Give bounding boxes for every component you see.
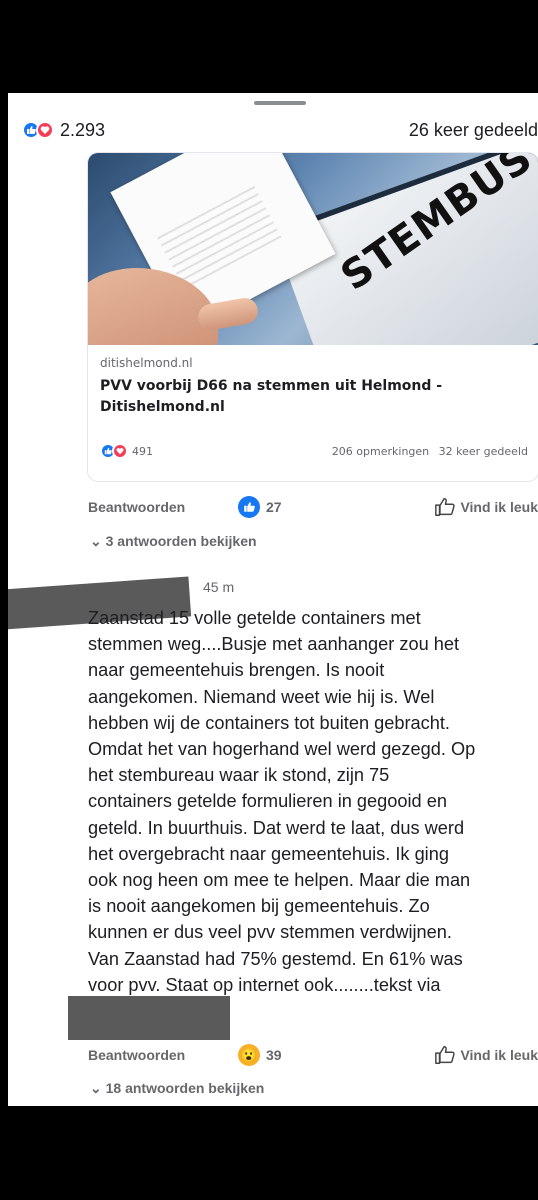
view-replies-link[interactable]: ⌄ 18 antwoorden bekijken	[90, 1080, 264, 1097]
like-button[interactable]: Vind ik leuk	[434, 496, 538, 518]
reply-button[interactable]: Beantwoorden	[88, 1047, 238, 1063]
link-comment-count[interactable]: 206 opmerkingen	[332, 445, 429, 458]
comment-actions: Beantwoorden 😮 39 Vind ik leuk	[88, 1043, 538, 1067]
link-title[interactable]: PVV voorbij D66 na stemmen uit Helmond -…	[100, 376, 526, 418]
redacted-text	[68, 996, 230, 1040]
chevron-down-icon: ⌄	[90, 1080, 102, 1096]
post-stats-bar: 2.293 26 keer gedeeld	[22, 118, 538, 142]
love-reaction-icon	[112, 443, 128, 459]
like-button[interactable]: Vind ik leuk	[434, 1044, 538, 1066]
post-sheet: 2.293 26 keer gedeeld STEMBUS ditishelmo…	[8, 93, 538, 1106]
like-label: Vind ik leuk	[460, 1047, 538, 1063]
link-share-count[interactable]: 32 keer gedeeld	[439, 445, 528, 458]
link-card-stats: 491 206 opmerkingen 32 keer gedeeld	[100, 443, 528, 459]
like-reaction-icon	[238, 496, 260, 518]
thumbs-up-icon	[435, 1046, 456, 1064]
love-reaction-icon	[36, 121, 54, 139]
wow-reaction-icon: 😮	[238, 1044, 260, 1066]
post-share-count[interactable]: 26 keer gedeeld	[409, 120, 538, 141]
post-reactions[interactable]: 2.293	[22, 120, 105, 141]
view-replies-link[interactable]: ⌄ 3 antwoorden bekijken	[90, 533, 257, 550]
link-preview-image: STEMBUS	[88, 153, 538, 345]
comment-text: Zaanstad 15 volle getelde containers met…	[88, 608, 476, 995]
chevron-down-icon: ⌄	[90, 533, 102, 549]
comment-reaction-count: 39	[266, 1047, 282, 1063]
comment-timestamp: 45 m	[203, 579, 235, 595]
link-domain: ditishelmond.nl	[100, 356, 193, 370]
link-preview-card[interactable]: STEMBUS ditishelmond.nl PVV voorbij D66 …	[88, 153, 538, 481]
comment-reaction-count: 27	[266, 499, 282, 515]
drag-handle[interactable]	[254, 101, 306, 105]
like-label: Vind ik leuk	[460, 499, 538, 515]
post-reaction-count: 2.293	[60, 119, 106, 140]
comment-actions: Beantwoorden 27 Vind ik leuk	[88, 495, 538, 519]
thumbs-up-icon	[435, 498, 456, 516]
reply-button[interactable]: Beantwoorden	[88, 499, 238, 515]
link-reaction-count: 491	[132, 444, 153, 458]
